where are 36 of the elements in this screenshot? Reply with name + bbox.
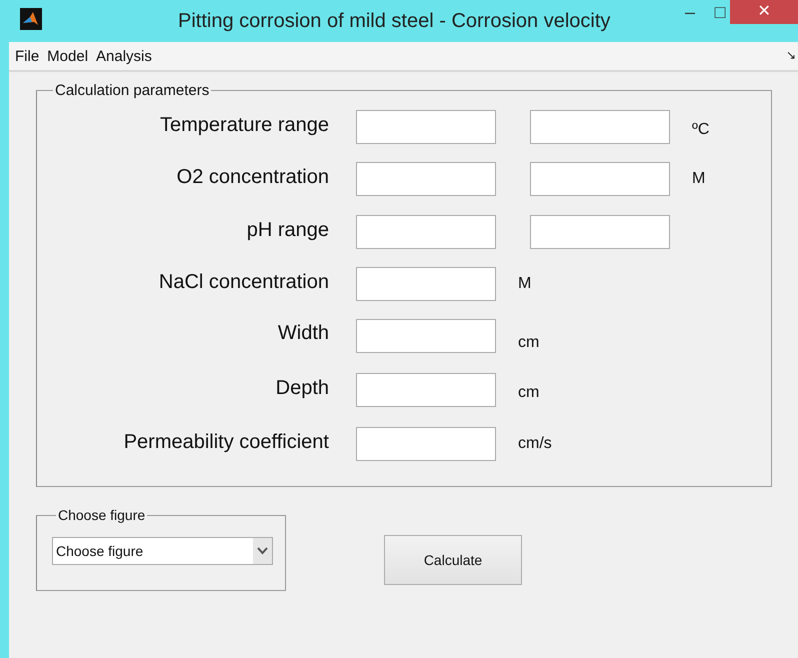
minimize-button[interactable]: – bbox=[676, 0, 704, 24]
parameter-label: Permeability coefficient bbox=[122, 430, 329, 454]
menu-item[interactable]: Analysis bbox=[96, 48, 152, 64]
menu-item[interactable]: Model bbox=[47, 48, 88, 64]
input-field[interactable] bbox=[356, 162, 496, 196]
unit-label: M bbox=[692, 170, 706, 188]
panel-title: Calculation parameters bbox=[54, 82, 210, 99]
input-field[interactable] bbox=[530, 110, 670, 144]
unit-label: cm bbox=[518, 384, 540, 402]
input-field[interactable] bbox=[356, 318, 496, 352]
unit-label: cm bbox=[518, 334, 540, 352]
input-field[interactable] bbox=[356, 215, 496, 249]
caret-icon bbox=[253, 538, 272, 564]
unit-label: M bbox=[518, 275, 532, 293]
calculate-button[interactable]: Calculate bbox=[384, 535, 522, 585]
unit-label: cm/s bbox=[518, 435, 552, 453]
close-button[interactable]: ✕ bbox=[730, 0, 798, 24]
figure-dropdown[interactable]: Choose figure bbox=[52, 537, 273, 565]
parameter-label: O2 concentration bbox=[176, 166, 329, 188]
parameter-label: Temperature range bbox=[159, 114, 329, 136]
input-field[interactable] bbox=[356, 427, 496, 461]
input-field[interactable] bbox=[356, 373, 496, 407]
input-field[interactable] bbox=[356, 110, 496, 144]
parameter-label: NaCl concentration bbox=[158, 270, 329, 294]
parameter-label: pH range bbox=[246, 218, 329, 242]
dock-arrow-icon[interactable]: ↘ bbox=[786, 48, 796, 62]
menu-item[interactable]: File bbox=[15, 48, 40, 64]
parameter-label: Width bbox=[276, 322, 329, 345]
input-field[interactable] bbox=[356, 267, 496, 301]
panel-title: Choose figure bbox=[57, 507, 146, 523]
parameter-label: Depth bbox=[274, 376, 329, 400]
window-title: Pitting corrosion of mild steel - Corrosion velocity bbox=[178, 10, 610, 33]
unit-label: ºC bbox=[692, 121, 710, 139]
input-field[interactable] bbox=[530, 215, 670, 249]
input-field[interactable] bbox=[530, 162, 670, 196]
app-logo-icon bbox=[20, 8, 42, 30]
